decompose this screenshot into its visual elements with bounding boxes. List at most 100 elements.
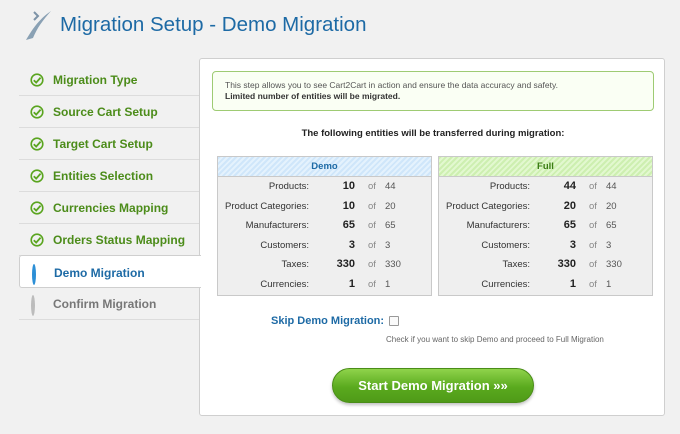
entity-total: 44: [606, 181, 617, 192]
step-label: Source Cart Setup: [53, 105, 158, 119]
of-label: of: [589, 259, 597, 270]
entity-count: 1: [569, 277, 576, 290]
of-label: of: [368, 278, 376, 290]
step-confirm-migration: Confirm Migration: [19, 288, 199, 320]
steps-sidebar: Migration Type Source Cart Setup Target …: [19, 64, 201, 320]
of-label: of: [589, 220, 597, 231]
entity-total: 3: [606, 239, 612, 251]
entity-total: 330: [606, 259, 622, 270]
skip-demo-checkbox[interactable]: [389, 316, 399, 326]
entity-count: 20: [563, 199, 576, 212]
entity-name: Customers:: [481, 239, 530, 251]
step-label: Target Cart Setup: [53, 137, 153, 151]
table-row: Products: 10 of 44: [218, 177, 431, 197]
entity-name: Currencies:: [481, 278, 530, 290]
step-currencies-mapping[interactable]: Currencies Mapping: [19, 192, 199, 224]
table-row: Customers: 3 of 3: [218, 236, 431, 256]
demo-migration-panel: This step allows you to see Cart2Cart in…: [199, 58, 665, 416]
cart2cart-logo-icon: [26, 11, 51, 40]
demo-table-header: Demo: [218, 157, 431, 177]
step-migration-type[interactable]: Migration Type: [19, 64, 199, 96]
of-label: of: [368, 259, 376, 270]
step-label: Migration Type: [53, 73, 138, 87]
step-label: Currencies Mapping: [53, 201, 169, 215]
notice-text: This step allows you to see Cart2Cart in…: [225, 80, 558, 90]
entity-total: 20: [385, 200, 396, 212]
entity-name: Products:: [489, 181, 530, 192]
entity-count: 10: [342, 199, 355, 212]
check-icon: [30, 137, 44, 151]
entity-name: Product Categories:: [225, 200, 309, 212]
entity-count: 330: [336, 258, 355, 270]
entity-name: Manufacturers:: [466, 220, 530, 231]
entity-name: Taxes:: [281, 259, 309, 270]
table-row: Manufacturers: 65 of 65: [218, 216, 431, 236]
header: Migration Setup - Demo Migration: [0, 0, 680, 54]
entity-count: 65: [342, 219, 355, 231]
demo-entities-table: Demo Products: 10 of 44 Product Categories:…: [217, 156, 432, 296]
table-row: Taxes: 330 of 330: [218, 255, 431, 275]
table-row: Customers: 3 of 3: [439, 236, 652, 256]
step-entities-selection[interactable]: Entities Selection: [19, 160, 199, 192]
check-icon: [30, 73, 44, 87]
table-row: Currencies: 1 of 1: [439, 275, 652, 295]
entity-name: Currencies:: [260, 278, 309, 290]
skip-demo-label: Skip Demo Migration:: [271, 315, 385, 327]
skip-demo-hint: Check if you want to skip Demo and proce…: [386, 335, 604, 344]
of-label: of: [589, 200, 597, 212]
entity-count: 65: [563, 219, 576, 231]
entity-total: 1: [606, 278, 612, 290]
info-notice: This step allows you to see Cart2Cart in…: [212, 71, 654, 111]
notice-limit-text: Limited number of entities will be migra…: [225, 91, 401, 101]
start-demo-migration-button[interactable]: Start Demo Migration »»: [332, 368, 534, 403]
entity-total: 65: [385, 220, 396, 231]
of-label: of: [368, 200, 376, 212]
entity-total: 65: [606, 220, 617, 231]
entity-count: 330: [557, 258, 576, 270]
entity-name: Products:: [268, 181, 309, 192]
table-row: Manufacturers: 65 of 65: [439, 216, 652, 236]
step-demo-migration[interactable]: Demo Migration: [19, 255, 201, 288]
entity-total: 44: [385, 181, 396, 192]
of-label: of: [589, 239, 597, 251]
entity-total: 330: [385, 259, 401, 270]
full-entities-table: Full Products: 44 of 44 Product Categories:…: [438, 156, 653, 296]
step-label: Confirm Migration: [53, 297, 157, 311]
current-step-circle-icon: [31, 264, 45, 285]
entity-name: Taxes:: [502, 259, 530, 270]
entity-count: 3: [348, 238, 355, 251]
entity-total: 1: [385, 278, 391, 290]
table-row: Products: 44 of 44: [439, 177, 652, 197]
of-label: of: [368, 181, 376, 192]
entity-count: 1: [348, 277, 355, 290]
check-icon: [30, 105, 44, 119]
step-label: Demo Migration: [54, 266, 145, 280]
check-icon: [30, 201, 44, 215]
of-label: of: [368, 220, 376, 231]
entity-count: 3: [569, 238, 576, 251]
step-label: Orders Status Mapping: [53, 233, 186, 247]
of-label: of: [368, 239, 376, 251]
entity-count: 10: [342, 180, 355, 192]
full-table-header: Full: [439, 157, 652, 177]
table-row: Product Categories: 10 of 20: [218, 197, 431, 217]
step-label: Entities Selection: [53, 169, 154, 183]
entity-total: 20: [606, 200, 617, 212]
check-icon: [30, 169, 44, 183]
step-source-cart-setup[interactable]: Source Cart Setup: [19, 96, 199, 128]
entity-name: Manufacturers:: [245, 220, 309, 231]
of-label: of: [589, 181, 597, 192]
of-label: of: [589, 278, 597, 290]
step-target-cart-setup[interactable]: Target Cart Setup: [19, 128, 199, 160]
entity-name: Product Categories:: [446, 200, 530, 212]
table-row: Taxes: 330 of 330: [439, 255, 652, 275]
check-icon: [30, 233, 44, 247]
entity-total: 3: [385, 239, 391, 251]
entity-name: Customers:: [260, 239, 309, 251]
pending-step-circle-icon: [30, 295, 44, 316]
table-row: Product Categories: 20 of 20: [439, 197, 652, 217]
entities-heading: The following entities will be transferr…: [301, 128, 565, 139]
table-row: Currencies: 1 of 1: [218, 275, 431, 295]
step-orders-status-mapping[interactable]: Orders Status Mapping: [19, 224, 199, 256]
entity-count: 44: [563, 180, 576, 192]
